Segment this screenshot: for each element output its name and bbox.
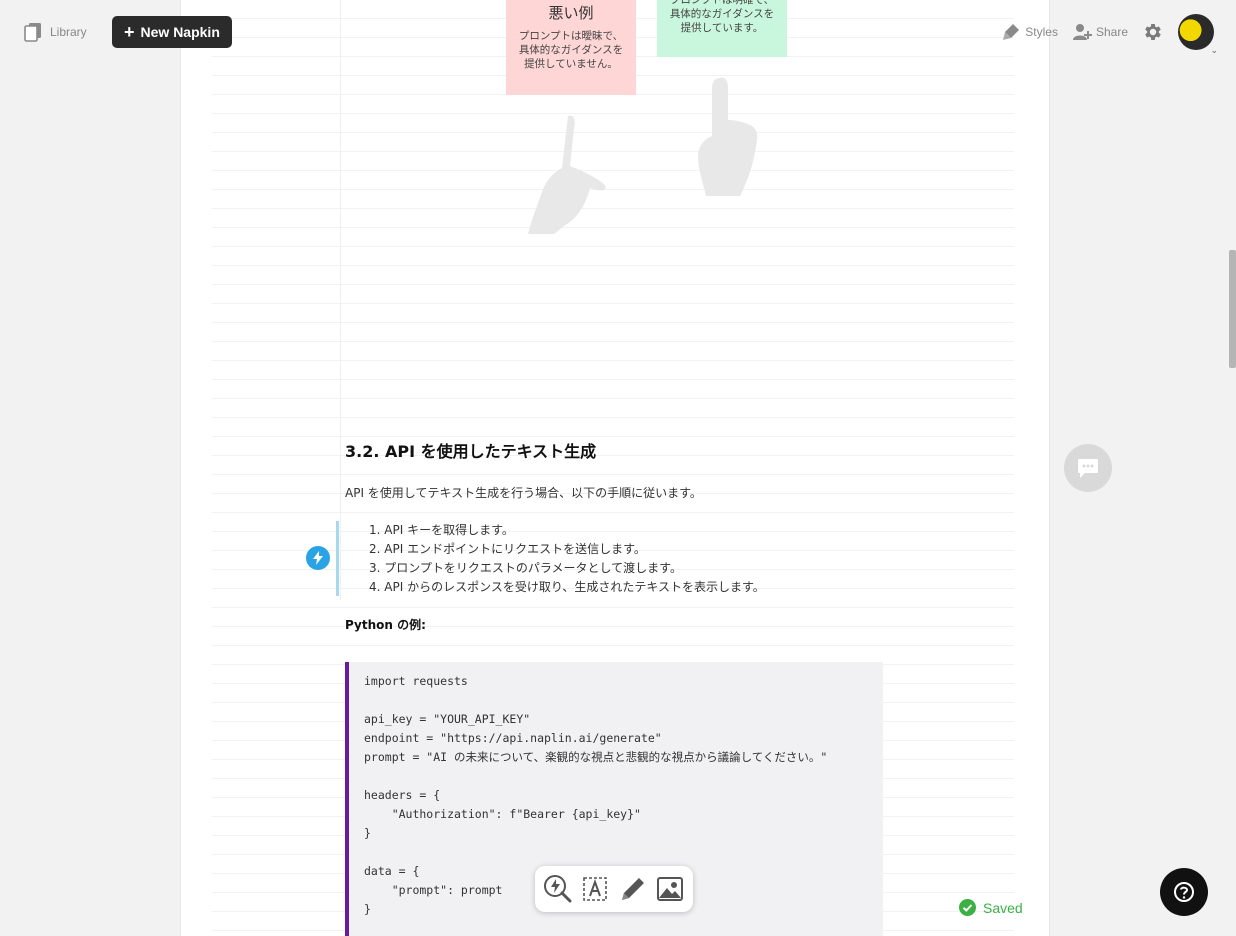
scrollbar[interactable]: [1229, 250, 1236, 368]
new-napkin-label: New Napkin: [140, 24, 220, 40]
code-line: "Authorization": f"Bearer {api_key}": [364, 807, 641, 821]
styles-label: Styles: [1025, 25, 1058, 39]
spark-icon: [313, 551, 323, 565]
code-line: headers = {: [364, 788, 441, 802]
raised-hand-icon: [698, 77, 758, 196]
spark-search-icon: [543, 875, 572, 903]
code-line: endpoint = "https://api.naplin.ai/genera…: [364, 731, 662, 745]
saved-label: Saved: [983, 899, 1023, 916]
library-label: Library: [50, 25, 87, 39]
comment-button[interactable]: [1064, 444, 1112, 492]
settings-button[interactable]: [1142, 21, 1164, 43]
styles-button[interactable]: Styles: [1001, 22, 1058, 42]
code-line: import requests: [364, 674, 468, 688]
draw-tool[interactable]: [617, 873, 649, 905]
help-icon: [1174, 882, 1194, 902]
python-example-heading: Python の例:: [345, 618, 426, 632]
good-example-desc: プロンプトは明確で、具体的なガイダンスを提供しています。: [669, 0, 775, 34]
saved-status: Saved: [959, 899, 1023, 916]
pencil-icon: [621, 878, 644, 900]
text-box-icon: [583, 877, 608, 901]
topbar-left: Library: [24, 16, 87, 48]
new-napkin-button[interactable]: + New Napkin: [112, 16, 232, 48]
help-button[interactable]: [1160, 868, 1208, 916]
styles-icon: [1003, 24, 1020, 40]
image-icon: [657, 877, 684, 901]
list-item: 4. API からのレスポンスを受け取り、生成されたテキストを表示します。: [369, 580, 765, 594]
share-button[interactable]: Share: [1072, 22, 1128, 42]
pointing-hand-icon: [528, 115, 606, 234]
margin-line: [340, 0, 341, 600]
library-button[interactable]: Library: [24, 22, 87, 42]
list-item: 2. API エンドポイントにリクエストを送信します。: [369, 542, 646, 556]
bad-example-desc: プロンプトは曖昧で、具体的なガイダンスを提供していません。: [518, 30, 624, 70]
text-tool[interactable]: [579, 873, 611, 905]
chevron-down-icon: ⌄: [1210, 46, 1218, 56]
comment-icon: [1078, 459, 1098, 478]
intro-paragraph: API を使用してテキスト生成を行う場合、以下の手順に従います。: [345, 486, 702, 500]
list-item: 1. API キーを取得します。: [369, 523, 514, 537]
spark-button[interactable]: [306, 546, 330, 570]
code-line: }: [364, 826, 371, 840]
share-icon: [1072, 24, 1092, 40]
gear-icon: [1145, 24, 1161, 40]
good-example-card: プロンプトは明確で、具体的なガイダンスを提供しています。: [657, 0, 787, 57]
selection-bar: [336, 521, 339, 596]
list-item: 3. プロンプトをリクエストのパラメータとして渡します。: [369, 561, 682, 575]
code-line: api_key = "YOUR_API_KEY": [364, 712, 531, 726]
check-circle-icon: [959, 899, 976, 916]
code-line: prompt = "AI の未来について、楽観的な視点と悲観的な視点から議論して…: [364, 750, 828, 764]
library-icon: [24, 23, 41, 42]
bad-example-card: 悪い例 プロンプトは曖昧で、具体的なガイダンスを提供していません。: [506, 0, 636, 95]
avatar[interactable]: ⌄: [1178, 14, 1218, 56]
plus-icon: +: [124, 21, 135, 42]
spark-search-tool[interactable]: [542, 873, 574, 905]
section-heading: 3.2. API を使用したテキスト生成: [345, 442, 597, 461]
steps-list: 1. API キーを取得します。 2. API エンドポイントにリクエストを送信…: [369, 521, 765, 597]
share-label: Share: [1095, 25, 1128, 39]
topbar-right: Styles Share ⌄: [1001, 14, 1218, 56]
drawing-toolbar: [535, 866, 693, 912]
bad-example-title: 悪い例: [548, 4, 594, 22]
image-tool[interactable]: [654, 873, 686, 905]
